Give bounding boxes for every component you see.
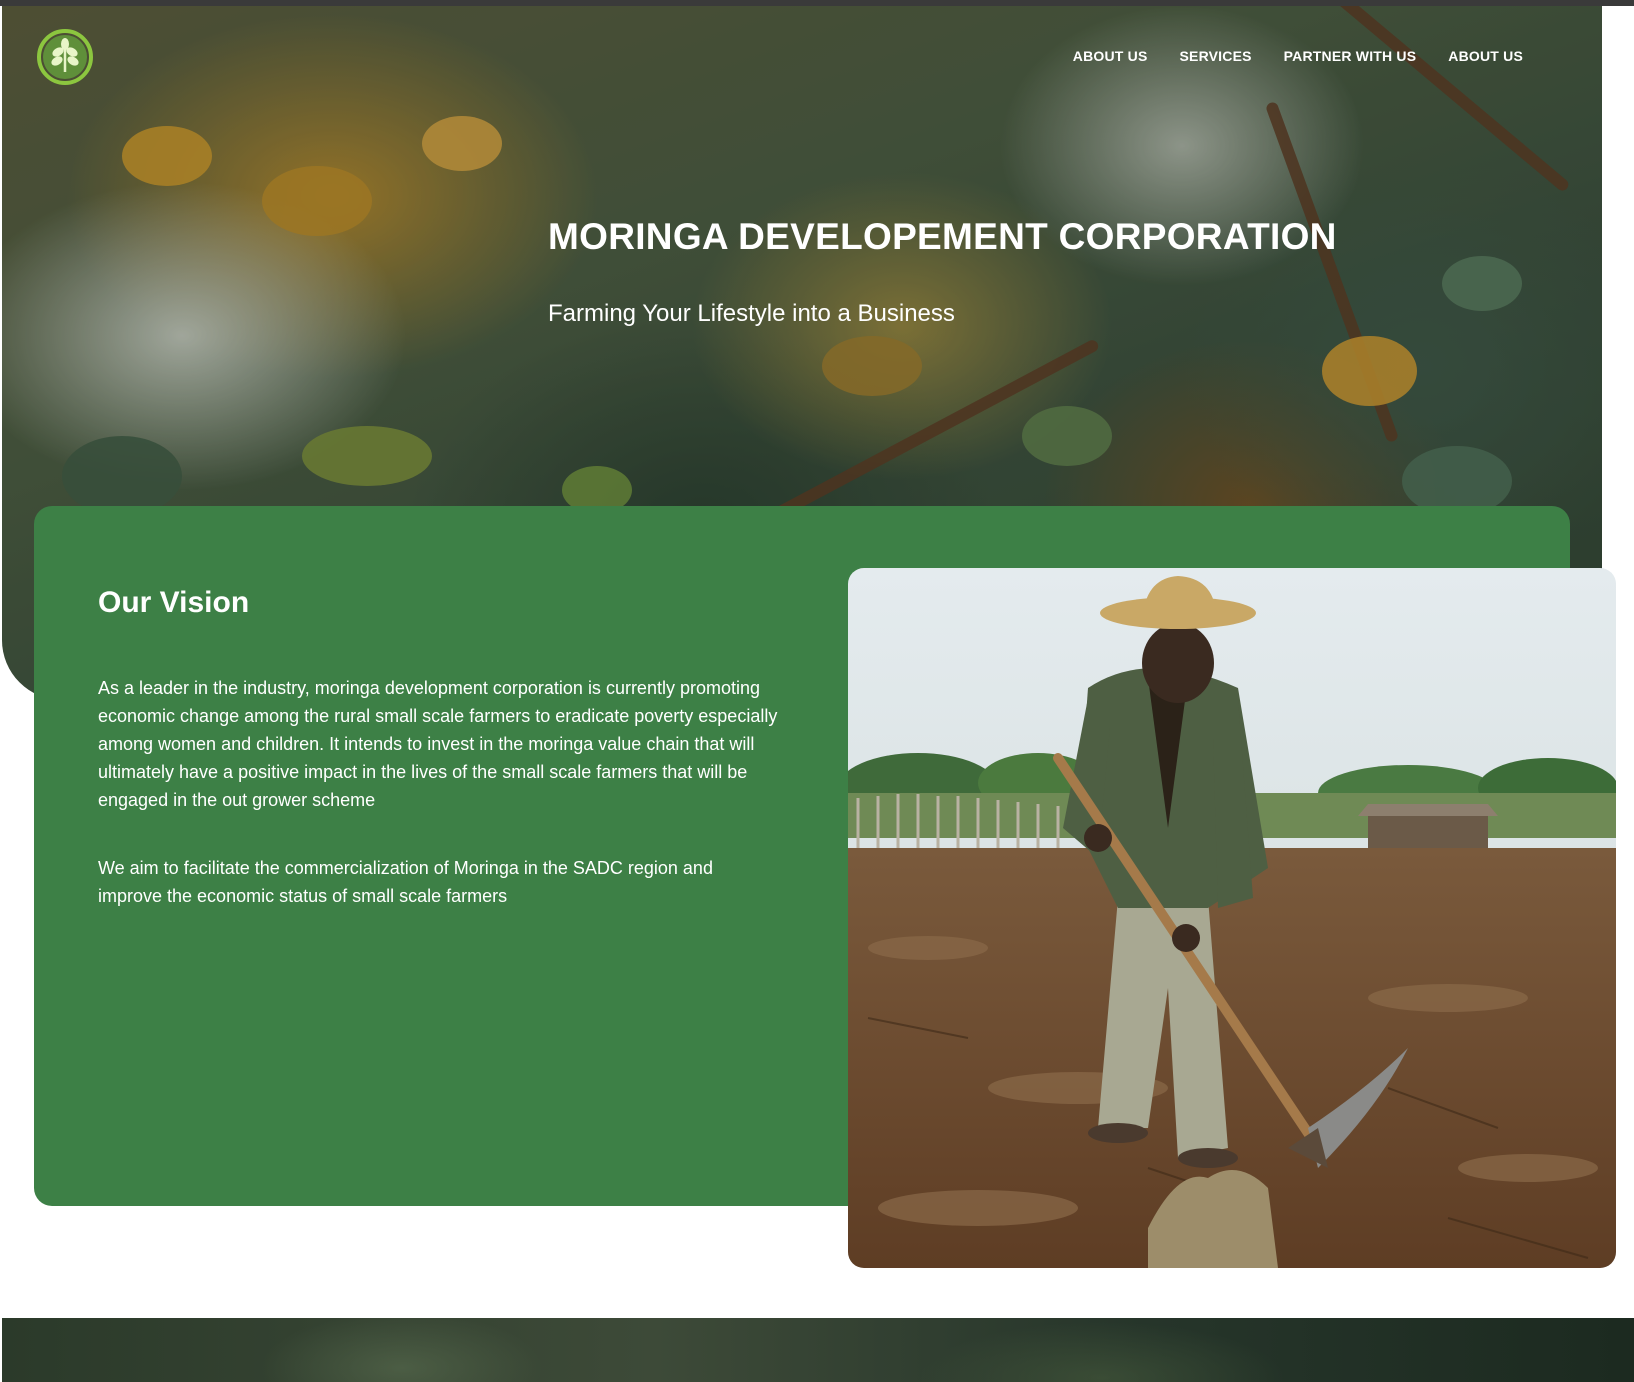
farmer-photo xyxy=(848,568,1616,1268)
hero-title: MORINGA DEVELOPEMENT CORPORATION xyxy=(548,216,1337,257)
nav-link-services[interactable]: SERVICES xyxy=(1180,48,1252,64)
vision-paragraph: As a leader in the industry, moringa dev… xyxy=(98,678,778,810)
farmer-with-pickaxe-image xyxy=(848,568,1616,1268)
next-section-background xyxy=(2,1318,1634,1382)
nav-link-about-us-2[interactable]: ABOUT US xyxy=(1448,48,1523,64)
nav-link-about-us[interactable]: ABOUT US xyxy=(1073,48,1148,64)
nav-link-partner-with-us[interactable]: PARTNER WITH US xyxy=(1284,48,1417,64)
main-nav: ABOUT US SERVICES PARTNER WITH US ABOUT … xyxy=(1073,48,1523,64)
vision-paragraph: We aim to facilitate the commercializati… xyxy=(98,858,713,906)
moringa-leaf-logo-icon[interactable] xyxy=(36,28,94,86)
hero-subtitle: Farming Your Lifestyle into a Business xyxy=(548,300,955,327)
vision-heading: Our Vision xyxy=(98,586,250,619)
